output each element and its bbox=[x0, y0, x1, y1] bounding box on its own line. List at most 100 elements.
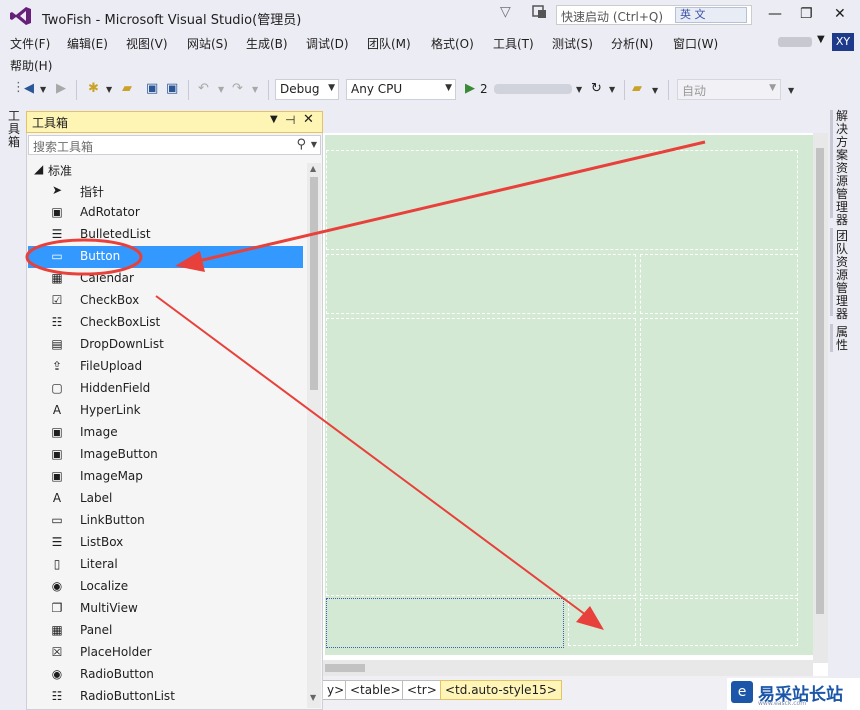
menu-format[interactable]: 格式(O) bbox=[431, 35, 474, 52]
toolbox-item[interactable]: ▭ LinkButton bbox=[28, 510, 303, 532]
toolbox-item[interactable]: A HyperLink bbox=[28, 400, 303, 422]
pin-icon[interactable]: ⊣ bbox=[285, 113, 295, 127]
table-cell[interactable] bbox=[640, 598, 798, 646]
toolbox-item[interactable]: A Label bbox=[28, 488, 303, 510]
breadcrumb-item[interactable]: <table> bbox=[345, 680, 406, 700]
toolbox-item[interactable]: ☒ PlaceHolder bbox=[28, 642, 303, 664]
table-cell[interactable] bbox=[640, 254, 798, 314]
menu-tools[interactable]: 工具(T) bbox=[493, 35, 534, 52]
close-window-button[interactable]: ✕ bbox=[834, 6, 846, 22]
tab-toolbox-vertical[interactable]: 工具箱 bbox=[8, 110, 22, 149]
toolbox-item[interactable]: ▦ Calendar bbox=[28, 268, 303, 290]
close-icon[interactable]: ✕ bbox=[303, 112, 314, 127]
toolbox-item[interactable]: ▢ HiddenField bbox=[28, 378, 303, 400]
tab-team-explorer[interactable]: 团队资源管理器 bbox=[836, 230, 850, 321]
toolbox-item[interactable]: ▣ Image bbox=[28, 422, 303, 444]
menu-test[interactable]: 测试(S) bbox=[552, 35, 593, 52]
toolbox-item[interactable]: ❐ MultiView bbox=[28, 598, 303, 620]
restore-button[interactable]: ❐ bbox=[800, 6, 813, 22]
undo-icon[interactable]: ↶ bbox=[198, 81, 209, 96]
toolbox-item[interactable]: ☰ BulletedList bbox=[28, 224, 303, 246]
toolbox-item[interactable]: ▭ Button bbox=[28, 246, 303, 268]
toolbar-overflow-icon[interactable]: ▼ bbox=[788, 86, 794, 95]
ime-indicator[interactable]: 英 文 bbox=[675, 7, 747, 23]
table-cell[interactable] bbox=[568, 598, 636, 646]
menu-team[interactable]: 团队(M) bbox=[367, 35, 411, 52]
menu-website[interactable]: 网站(S) bbox=[187, 35, 228, 52]
refresh-caret-icon[interactable]: ▼ bbox=[609, 85, 615, 94]
account-name[interactable] bbox=[778, 37, 812, 47]
table-cell[interactable] bbox=[326, 150, 798, 250]
table-cell[interactable] bbox=[326, 318, 636, 596]
save-icon[interactable]: ▣ bbox=[146, 81, 158, 96]
toolbox-item[interactable]: ⇪ FileUpload bbox=[28, 356, 303, 378]
forward-icon[interactable]: ▶ bbox=[56, 81, 66, 96]
toolbox-item[interactable]: ➤ 指针 bbox=[28, 180, 303, 202]
toolbox-group-standard[interactable]: 标准 bbox=[48, 162, 72, 179]
save-all-icon[interactable]: ▣ bbox=[166, 81, 178, 96]
toolbox-search-input[interactable]: 搜索工具箱 ⚲ ▼ bbox=[28, 135, 321, 155]
solution-config-select[interactable]: Debug ▼ bbox=[275, 79, 339, 100]
breadcrumb-item[interactable]: <tr> bbox=[402, 680, 442, 700]
menu-help[interactable]: 帮助(H) bbox=[10, 57, 52, 74]
browser-link-icon[interactable]: ▰ bbox=[632, 81, 642, 96]
run-caret-icon[interactable]: ▼ bbox=[576, 85, 582, 94]
toolbox-item[interactable]: ▯ Literal bbox=[28, 554, 303, 576]
toolbox-item[interactable]: ▣ AdRotator bbox=[28, 202, 303, 224]
tab-properties[interactable]: 属性 bbox=[836, 326, 850, 352]
toolbox-scroll-thumb[interactable] bbox=[310, 177, 318, 390]
table-cell[interactable] bbox=[326, 254, 636, 314]
scroll-up-icon[interactable]: ▲ bbox=[310, 164, 316, 173]
search-caret-icon[interactable]: ▼ bbox=[311, 140, 317, 149]
toolbox-item[interactable]: ☑ CheckBox bbox=[28, 290, 303, 312]
new-caret-icon[interactable]: ▼ bbox=[106, 85, 112, 94]
toolbox-item[interactable]: ▣ ImageButton bbox=[28, 444, 303, 466]
tab-solution-explorer[interactable]: 解决方案资源管理器 bbox=[836, 110, 850, 227]
run-target-label[interactable]: 2 bbox=[480, 82, 488, 96]
platform-select[interactable]: Any CPU ▼ bbox=[346, 79, 456, 100]
filter-icon[interactable]: ▽ bbox=[500, 4, 511, 20]
table-cell[interactable] bbox=[640, 318, 798, 596]
new-project-icon[interactable]: ✱ bbox=[88, 81, 99, 96]
menu-build[interactable]: 生成(B) bbox=[246, 35, 288, 52]
toolbox-item[interactable]: ◉ RadioButton bbox=[28, 664, 303, 686]
notification-icon[interactable] bbox=[530, 4, 548, 20]
undo-caret-icon[interactable]: ▼ bbox=[218, 85, 224, 94]
toolbar-overflow-icon[interactable]: ▼ bbox=[652, 86, 658, 95]
redo-icon[interactable]: ↷ bbox=[232, 81, 243, 96]
toolbox-item[interactable]: ▦ Panel bbox=[28, 620, 303, 642]
menu-window[interactable]: 窗口(W) bbox=[673, 35, 718, 52]
back-caret-icon[interactable]: ▼ bbox=[40, 85, 46, 94]
minimize-button[interactable]: — bbox=[768, 6, 782, 22]
open-folder-icon[interactable]: ▰ bbox=[122, 81, 132, 96]
scroll-down-icon[interactable]: ▼ bbox=[310, 693, 316, 702]
designer-scroll-thumb[interactable] bbox=[816, 148, 824, 614]
start-debugging-icon[interactable]: ▶ bbox=[465, 81, 475, 96]
designer-hscroll-thumb[interactable] bbox=[325, 664, 365, 672]
account-caret-icon[interactable]: ▼ bbox=[817, 34, 825, 45]
avatar[interactable]: XY bbox=[832, 33, 854, 51]
menu-debug[interactable]: 调试(D) bbox=[306, 35, 349, 52]
toolbox-item[interactable]: ◉ Localize bbox=[28, 576, 303, 598]
redo-caret-icon[interactable]: ▼ bbox=[252, 85, 258, 94]
toolbox-item[interactable]: ☷ RadioButtonList bbox=[28, 686, 303, 708]
breadcrumb-item-active[interactable]: <td.auto-style15> bbox=[440, 680, 562, 700]
window-position-caret-icon[interactable]: ▼ bbox=[270, 114, 278, 125]
menu-view[interactable]: 视图(V) bbox=[126, 35, 168, 52]
listbox-icon: ☰ bbox=[51, 535, 63, 549]
toolbox-item[interactable]: ▣ ImageMap bbox=[28, 466, 303, 488]
toolbox-item[interactable]: ☷ CheckBoxList bbox=[28, 312, 303, 334]
menu-file[interactable]: 文件(F) bbox=[10, 35, 50, 52]
refresh-icon[interactable]: ↻ bbox=[591, 81, 602, 96]
table-cell-selected[interactable] bbox=[326, 598, 564, 648]
toolbox-item[interactable]: ▤ DropDownList bbox=[28, 334, 303, 356]
collapse-triangle-icon[interactable]: ◢ bbox=[34, 162, 43, 176]
quick-launch-input[interactable]: 快速启动 (Ctrl+Q) 英 文 bbox=[556, 5, 752, 25]
menu-edit[interactable]: 编辑(E) bbox=[67, 35, 108, 52]
toolbox-item[interactable]: ☰ ListBox bbox=[28, 532, 303, 554]
menu-analyze[interactable]: 分析(N) bbox=[611, 35, 653, 52]
back-icon[interactable]: ◀ bbox=[24, 81, 34, 96]
auto-select[interactable]: 自动 ▼ bbox=[677, 79, 781, 100]
designer-horizontal-scrollbar[interactable] bbox=[323, 660, 813, 676]
search-icon[interactable]: ⚲ bbox=[296, 137, 306, 152]
